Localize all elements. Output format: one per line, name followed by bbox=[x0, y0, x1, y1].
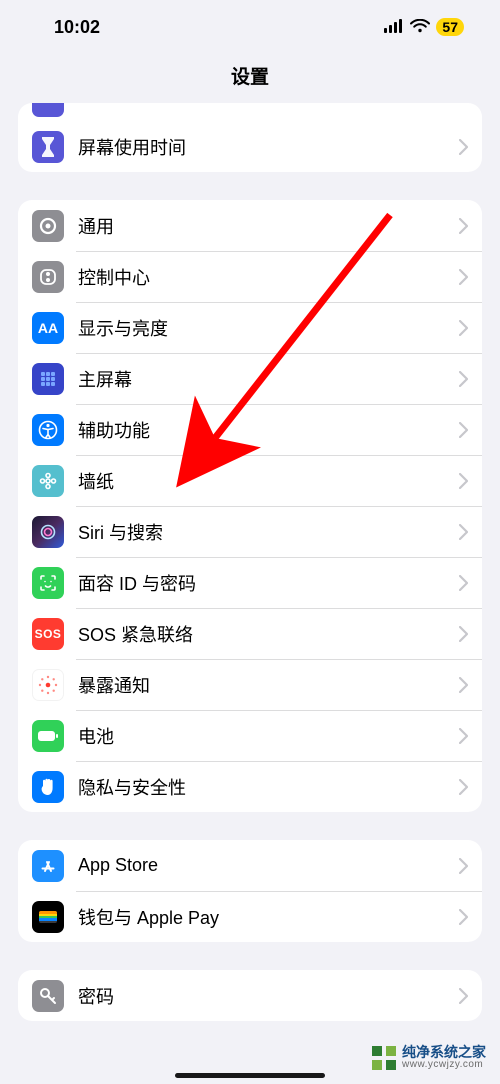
status-bar: 10:02 57 bbox=[0, 0, 500, 54]
chevron-right-icon bbox=[459, 524, 468, 540]
chevron-right-icon bbox=[459, 728, 468, 744]
chevron-right-icon bbox=[459, 269, 468, 285]
row-sos[interactable]: SOS SOS 紧急联络 bbox=[18, 608, 482, 659]
previous-row-stub bbox=[18, 103, 482, 121]
text-size-icon: AA bbox=[32, 312, 64, 344]
chevron-right-icon bbox=[459, 779, 468, 795]
watermark: 纯净系统之家 www.ycwjzy.com bbox=[372, 1045, 486, 1070]
row-label: 墙纸 bbox=[78, 468, 459, 494]
row-label: 屏幕使用时间 bbox=[78, 134, 459, 160]
chevron-right-icon bbox=[459, 218, 468, 234]
settings-group-1: 通用 控制中心 AA 显示与亮度 主屏幕 辅助功能 bbox=[18, 200, 482, 812]
flower-icon bbox=[32, 465, 64, 497]
row-label: Siri 与搜索 bbox=[78, 519, 459, 545]
apps-grid-icon bbox=[32, 363, 64, 395]
row-siri-search[interactable]: Siri 与搜索 bbox=[18, 506, 482, 557]
row-label: App Store bbox=[78, 855, 459, 876]
chevron-right-icon bbox=[459, 422, 468, 438]
hourglass-icon bbox=[32, 131, 64, 163]
key-icon bbox=[32, 980, 64, 1012]
status-time: 10:02 bbox=[54, 17, 100, 38]
chevron-right-icon bbox=[459, 473, 468, 489]
chevron-right-icon bbox=[459, 139, 468, 155]
appstore-icon bbox=[32, 850, 64, 882]
row-screentime[interactable]: 屏幕使用时间 bbox=[18, 121, 482, 172]
row-passwords[interactable]: 密码 bbox=[18, 970, 482, 1021]
gear-icon bbox=[32, 210, 64, 242]
home-indicator bbox=[175, 1073, 325, 1078]
battery-indicator: 57 bbox=[436, 18, 464, 37]
settings-list: 屏幕使用时间 通用 控制中心 AA 显示与亮度 bbox=[0, 103, 500, 1084]
exposure-icon bbox=[32, 669, 64, 701]
row-home-screen[interactable]: 主屏幕 bbox=[18, 353, 482, 404]
chevron-right-icon bbox=[459, 575, 468, 591]
row-accessibility[interactable]: 辅助功能 bbox=[18, 404, 482, 455]
chevron-right-icon bbox=[459, 909, 468, 925]
row-battery[interactable]: 电池 bbox=[18, 710, 482, 761]
faceid-icon bbox=[32, 567, 64, 599]
watermark-url: www.ycwjzy.com bbox=[402, 1059, 486, 1070]
accessibility-icon bbox=[32, 414, 64, 446]
row-label: 隐私与安全性 bbox=[78, 774, 459, 800]
row-label: 面容 ID 与密码 bbox=[78, 570, 459, 596]
page-title: 设置 bbox=[0, 54, 500, 103]
hand-icon bbox=[32, 771, 64, 803]
row-control-center[interactable]: 控制中心 bbox=[18, 251, 482, 302]
row-wallet[interactable]: 钱包与 Apple Pay bbox=[18, 891, 482, 942]
siri-icon bbox=[32, 516, 64, 548]
row-label: 暴露通知 bbox=[78, 672, 459, 698]
row-label: 钱包与 Apple Pay bbox=[78, 904, 459, 930]
wifi-icon bbox=[410, 17, 430, 38]
stub-icon bbox=[32, 103, 64, 117]
row-faceid-passcode[interactable]: 面容 ID 与密码 bbox=[18, 557, 482, 608]
wallet-icon bbox=[32, 901, 64, 933]
settings-group-0: 屏幕使用时间 bbox=[18, 103, 482, 172]
chevron-right-icon bbox=[459, 371, 468, 387]
chevron-right-icon bbox=[459, 626, 468, 642]
row-label: 辅助功能 bbox=[78, 417, 459, 443]
battery-icon bbox=[32, 720, 64, 752]
row-label: 显示与亮度 bbox=[78, 315, 459, 341]
row-label: 控制中心 bbox=[78, 264, 459, 290]
chevron-right-icon bbox=[459, 320, 468, 336]
row-wallpaper[interactable]: 墙纸 bbox=[18, 455, 482, 506]
chevron-right-icon bbox=[459, 988, 468, 1004]
chevron-right-icon bbox=[459, 677, 468, 693]
row-label: 密码 bbox=[78, 983, 459, 1009]
row-privacy[interactable]: 隐私与安全性 bbox=[18, 761, 482, 812]
row-exposure[interactable]: 暴露通知 bbox=[18, 659, 482, 710]
chevron-right-icon bbox=[459, 858, 468, 874]
row-label: 电池 bbox=[78, 723, 459, 749]
row-label: 通用 bbox=[78, 213, 459, 239]
settings-group-2: App Store 钱包与 Apple Pay bbox=[18, 840, 482, 942]
sos-icon: SOS bbox=[32, 618, 64, 650]
watermark-brand: 纯净系统之家 bbox=[402, 1045, 486, 1059]
cellular-icon bbox=[384, 17, 404, 38]
settings-group-3: 密码 bbox=[18, 970, 482, 1021]
row-general[interactable]: 通用 bbox=[18, 200, 482, 251]
row-label: 主屏幕 bbox=[78, 366, 459, 392]
row-label: SOS 紧急联络 bbox=[78, 621, 459, 647]
status-right-cluster: 57 bbox=[384, 17, 464, 38]
row-display[interactable]: AA 显示与亮度 bbox=[18, 302, 482, 353]
row-app-store[interactable]: App Store bbox=[18, 840, 482, 891]
toggles-icon bbox=[32, 261, 64, 293]
watermark-logo-icon bbox=[372, 1046, 396, 1070]
